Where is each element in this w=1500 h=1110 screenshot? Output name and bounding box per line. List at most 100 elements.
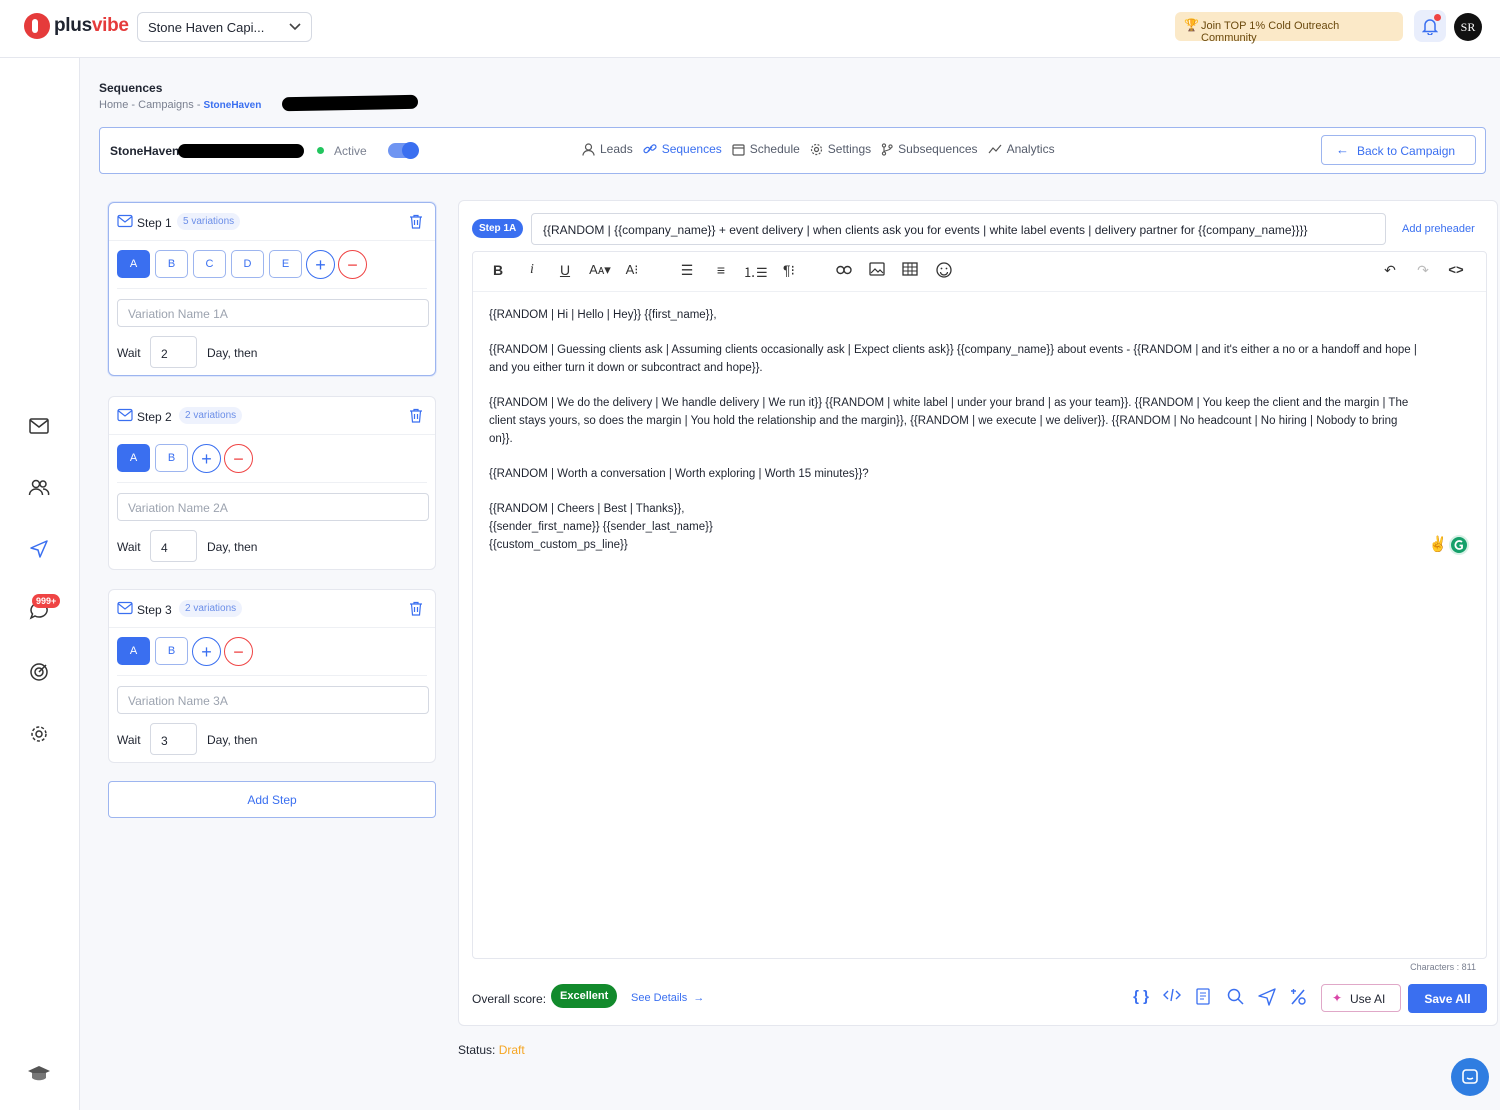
mail-icon <box>117 214 133 233</box>
grammarly-icon[interactable] <box>1449 535 1469 555</box>
table-icon[interactable] <box>899 262 921 279</box>
image-icon[interactable] <box>866 262 888 279</box>
remove-variation-button[interactable]: − <box>224 444 253 473</box>
trend-icon <box>988 144 1002 154</box>
link-icon[interactable] <box>833 262 855 278</box>
email-body-editor[interactable]: B i U Aᴀ▾ A⁝ ☰ ≡ ⒈☰ ¶⁝ ↶ ↷ <> {{RANDOM |… <box>472 251 1487 959</box>
sidebar: 999+ <box>0 58 80 1110</box>
campaign-name: StoneHaven <box>110 144 180 158</box>
trash-icon[interactable] <box>409 601 423 621</box>
body-paragraph: {{RANDOM | Hi | Hello | Hey}} {{first_na… <box>489 309 717 321</box>
tab-label: Analytics <box>1006 142 1055 156</box>
see-details-link[interactable]: See Details → <box>631 992 704 1004</box>
remove-variation-button[interactable]: − <box>338 250 367 279</box>
campaign-bar: StoneHaven Active Leads Sequences Schedu… <box>99 127 1486 174</box>
tab-subsequences[interactable]: Subsequences <box>881 142 978 156</box>
variation-b-button[interactable]: B <box>155 250 188 278</box>
variation-a-button[interactable]: A <box>117 250 150 278</box>
numbered-list-icon[interactable]: ⒈☰ <box>743 262 768 281</box>
variables-icon[interactable]: { } <box>1130 988 1152 1005</box>
document-icon[interactable] <box>1192 988 1214 1009</box>
variation-e-button[interactable]: E <box>269 250 302 278</box>
step-label: Step 2 <box>137 410 172 424</box>
unread-badge: 999+ <box>32 594 61 608</box>
emoji-icon[interactable] <box>933 262 955 281</box>
divider <box>117 288 427 289</box>
search-icon[interactable] <box>1224 988 1246 1009</box>
avatar[interactable]: SR <box>1454 13 1482 41</box>
italic-icon[interactable]: i <box>521 262 543 278</box>
add-step-button[interactable]: Add Step <box>108 781 436 818</box>
wait-days-input[interactable]: 4 <box>150 530 197 562</box>
add-preheader-link[interactable]: Add preheader <box>1402 223 1475 235</box>
align-center-icon[interactable]: ≡ <box>710 262 732 278</box>
tab-analytics[interactable]: Analytics <box>988 142 1055 156</box>
wait-days-input[interactable]: 3 <box>150 723 197 755</box>
paragraph-icon[interactable]: ¶⁝ <box>778 262 800 279</box>
underline-icon[interactable]: U <box>554 262 576 278</box>
send-icon[interactable] <box>26 536 52 562</box>
workspace-select[interactable]: Stone Haven Capi... <box>137 12 312 42</box>
step-card-2[interactable]: Step 2 2 variations A B + − Variation Na… <box>108 396 436 570</box>
victory-hand-icon[interactable]: ✌ <box>1428 535 1448 555</box>
community-promo-button[interactable]: 🏆 Join TOP 1% Cold Outreach Community <box>1175 12 1403 44</box>
spintax-icon[interactable] <box>1287 988 1309 1010</box>
breadcrumb-home[interactable]: Home <box>99 99 128 111</box>
notifications-button[interactable] <box>1414 10 1446 42</box>
tab-sequences[interactable]: Sequences <box>643 142 722 156</box>
wait-suffix: Day, then <box>207 733 258 747</box>
variation-a-button[interactable]: A <box>117 444 150 472</box>
add-variation-button[interactable]: + <box>306 250 335 279</box>
use-ai-button[interactable]: ✦ Use AI <box>1321 984 1401 1012</box>
add-variation-button[interactable]: + <box>192 637 221 666</box>
redaction-bar <box>281 94 419 112</box>
variation-name-input[interactable]: Variation Name 2A <box>117 493 429 521</box>
trash-icon[interactable] <box>409 408 423 428</box>
target-icon[interactable] <box>26 659 52 685</box>
code-icon[interactable] <box>1161 988 1183 1006</box>
step-card-1[interactable]: Step 1 5 variations A B C D E + − Variat… <box>108 202 436 376</box>
text-format-icon[interactable]: A⁝ <box>621 262 643 278</box>
tab-leads[interactable]: Leads <box>582 142 633 156</box>
variation-name-input[interactable]: Variation Name 1A <box>117 299 429 327</box>
body-paragraph: {{RANDOM | Worth a conversation | Worth … <box>489 468 869 480</box>
gear-icon[interactable] <box>26 721 52 747</box>
breadcrumb: Home - Campaigns - StoneHaven <box>99 99 262 111</box>
campaign-active-toggle[interactable] <box>388 142 419 159</box>
undo-icon[interactable]: ↶ <box>1379 262 1401 279</box>
mail-icon[interactable] <box>26 413 52 439</box>
score-label: Overall score: <box>472 992 547 1006</box>
code-view-icon[interactable]: <> <box>1445 262 1467 277</box>
users-icon[interactable] <box>26 475 52 501</box>
font-size-icon[interactable]: Aᴀ▾ <box>585 262 615 278</box>
redo-icon[interactable]: ↷ <box>1412 262 1434 279</box>
breadcrumb-campaigns[interactable]: Campaigns <box>138 99 194 111</box>
variation-c-button[interactable]: C <box>193 250 226 278</box>
back-to-campaign-button[interactable]: ← Back to Campaign <box>1321 135 1476 165</box>
add-variation-button[interactable]: + <box>192 444 221 473</box>
remove-variation-button[interactable]: − <box>224 637 253 666</box>
variation-d-button[interactable]: D <box>231 250 264 278</box>
active-status-dot <box>317 147 324 154</box>
support-chat-button[interactable] <box>1451 1058 1489 1096</box>
send-test-icon[interactable] <box>1256 988 1278 1010</box>
bold-icon[interactable]: B <box>487 262 509 278</box>
variation-b-button[interactable]: B <box>155 444 188 472</box>
graduation-cap-icon[interactable] <box>26 1061 52 1087</box>
variation-name-input[interactable]: Variation Name 3A <box>117 686 429 714</box>
step-card-3[interactable]: Step 3 2 variations A B + − Variation Na… <box>108 589 436 763</box>
logo[interactable]: plusvibe <box>24 13 129 39</box>
tab-settings[interactable]: Settings <box>810 142 871 156</box>
variation-b-button[interactable]: B <box>155 637 188 665</box>
subject-input[interactable]: {{RANDOM | {{company_name}} + event deli… <box>531 213 1386 245</box>
body-paragraph: {{RANDOM | Guessing clients ask | Assumi… <box>489 344 1417 374</box>
wait-days-input[interactable]: 2 <box>150 336 197 368</box>
score-badge: Excellent <box>551 984 618 1008</box>
align-left-icon[interactable]: ☰ <box>676 262 698 279</box>
save-all-button[interactable]: Save All <box>1408 984 1487 1013</box>
notification-dot <box>1434 14 1441 21</box>
variation-a-button[interactable]: A <box>117 637 150 665</box>
status-line: Status: Draft <box>458 1043 525 1057</box>
tab-schedule[interactable]: Schedule <box>732 142 800 156</box>
trash-icon[interactable] <box>409 214 423 234</box>
